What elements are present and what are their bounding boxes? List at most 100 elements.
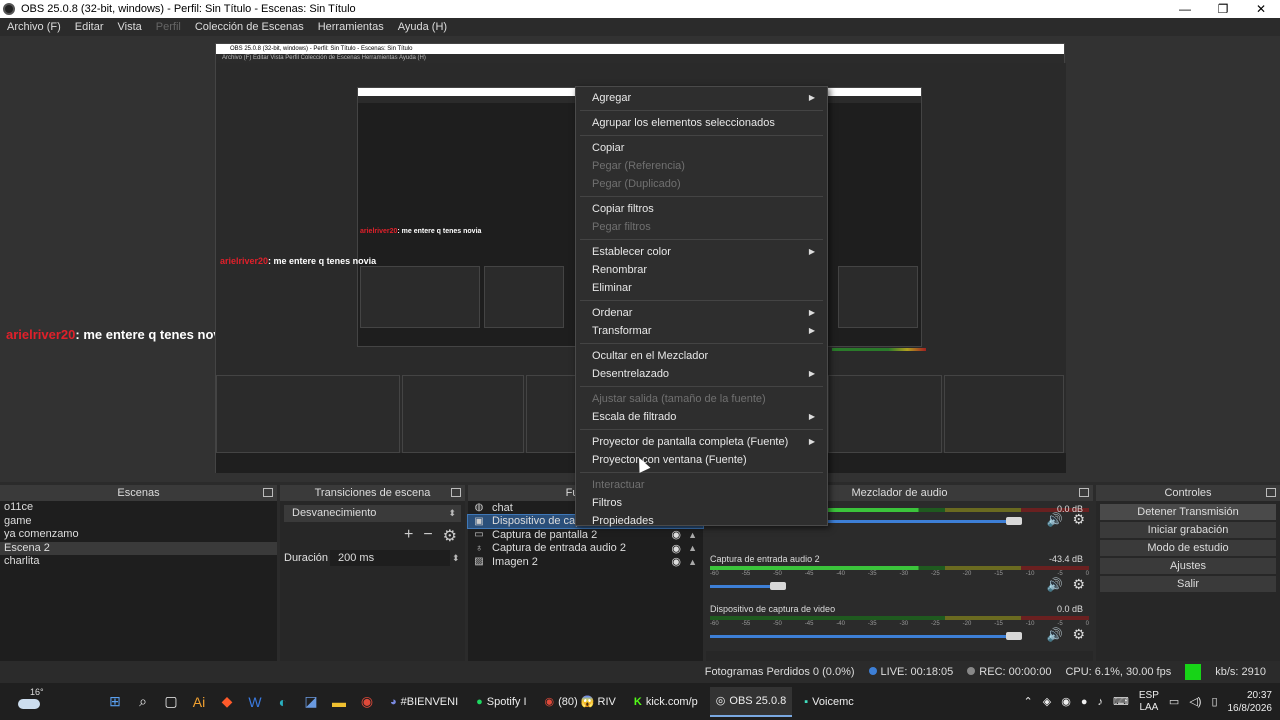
eye-icon[interactable]: ◉ — [671, 528, 681, 541]
volume-icon[interactable]: ◁) — [1189, 695, 1201, 708]
context-menu-item[interactable]: Filtros — [576, 494, 827, 512]
taskbar-app-spotify[interactable]: ● Spotify I — [470, 687, 532, 717]
scene-item[interactable]: o11ce — [0, 501, 277, 515]
volume-slider[interactable]: 🔊 ⚙ — [710, 626, 1089, 643]
slider-knob[interactable] — [1006, 517, 1022, 525]
menu-ayuda[interactable]: Ayuda (H) — [391, 21, 454, 33]
speaker-icon[interactable]: 🔊 — [1047, 512, 1063, 528]
spinner-icon[interactable]: ⬍ — [452, 553, 460, 564]
undock-icon[interactable] — [1266, 488, 1276, 497]
source-item[interactable]: ▨ Imagen 2 ◉ ▲ — [468, 555, 703, 569]
chrome-icon[interactable]: ◉ — [356, 691, 378, 713]
undock-icon[interactable] — [263, 488, 273, 497]
tray-app-icon[interactable]: ● — [1081, 696, 1088, 708]
minimize-button[interactable]: — — [1166, 0, 1204, 18]
taskbar-app-obs[interactable]: ◎ OBS 25.0.8 — [709, 686, 793, 717]
taskbar-app-chrome[interactable]: ◉ (80) 😱 RIV — [539, 687, 622, 717]
globe-icon: ◍ — [474, 502, 484, 514]
exit-button[interactable]: Salir — [1100, 576, 1276, 592]
remove-icon[interactable]: − — [423, 526, 432, 546]
context-menu-item[interactable]: Establecer color ▶ — [576, 243, 827, 261]
search-icon[interactable]: ⌕ — [132, 691, 154, 713]
context-menu-item[interactable]: Agrupar los elementos seleccionados — [576, 114, 827, 132]
scene-item[interactable]: game — [0, 515, 277, 529]
lock-icon[interactable]: ▲ — [688, 557, 697, 567]
start-recording-button[interactable]: Iniciar grabación — [1100, 522, 1276, 538]
lock-icon[interactable]: ▲ — [688, 543, 697, 553]
chevron-up-icon[interactable]: ⌃ — [1024, 695, 1033, 708]
language-indicator[interactable]: ESP LAA — [1139, 690, 1159, 714]
menu-perfil[interactable]: Perfil — [149, 21, 188, 33]
edge-icon[interactable]: ◐ — [272, 691, 294, 713]
eye-icon[interactable]: ◉ — [671, 555, 681, 568]
maximize-button[interactable]: ❐ — [1204, 0, 1242, 18]
folder-icon[interactable]: ▬ — [328, 691, 350, 713]
context-menu-item[interactable]: Proyector con ventana (Fuente) — [576, 451, 827, 469]
gear-icon[interactable]: ⚙ — [1072, 626, 1085, 643]
speaker-icon[interactable]: 🔊 — [1047, 577, 1063, 593]
context-menu-item[interactable]: Eliminar — [576, 279, 827, 297]
start-icon[interactable]: ⊞ — [104, 691, 126, 713]
undock-icon[interactable] — [451, 488, 461, 497]
context-menu-item[interactable]: Transformar ▶ — [576, 322, 827, 340]
stop-streaming-button[interactable]: Detener Transmisión — [1100, 504, 1276, 520]
taskbar-app-discord[interactable]: ◕ #BIENVENI — [384, 687, 464, 717]
context-menu-label: Copiar filtros — [592, 203, 654, 215]
close-button[interactable]: ✕ — [1242, 0, 1280, 18]
source-item[interactable]: ▭ Captura de pantalla 2 ◉ ▲ — [468, 528, 703, 542]
context-menu-label: Proyector de pantalla completa (Fuente) — [592, 436, 789, 448]
eye-icon[interactable]: ◉ — [671, 542, 681, 555]
gear-icon[interactable]: ⚙ — [443, 526, 457, 546]
menu-archivo[interactable]: Archivo (F) — [0, 21, 68, 33]
menu-coleccion-escenas[interactable]: Colección de Escenas — [188, 21, 311, 33]
keyboard-icon[interactable]: ⌨ — [1113, 695, 1129, 708]
transition-select[interactable]: Desvanecimiento ⬍ — [284, 505, 461, 522]
menu-herramientas[interactable]: Herramientas — [311, 21, 391, 33]
task-view-icon[interactable]: ▢ — [160, 691, 182, 713]
tray-app-icon[interactable]: ◈ — [1043, 695, 1051, 708]
context-menu-item[interactable]: Propiedades — [576, 512, 827, 530]
gear-icon[interactable]: ⚙ — [1072, 576, 1085, 593]
brave-icon[interactable]: ◆ — [216, 691, 238, 713]
slider-knob[interactable] — [770, 582, 786, 590]
slider-knob[interactable] — [1006, 632, 1022, 640]
menu-vista[interactable]: Vista — [111, 21, 149, 33]
transitions-header: Transiciones de escena — [280, 485, 465, 501]
clock[interactable]: 20:37 16/8/2026 — [1228, 689, 1273, 715]
context-menu-item[interactable]: Copiar filtros — [576, 200, 827, 218]
context-menu-item[interactable]: Copiar — [576, 139, 827, 157]
context-menu-item[interactable]: Renombrar — [576, 261, 827, 279]
context-menu-item[interactable]: Agregar ▶ — [576, 89, 827, 107]
illustrator-icon[interactable]: Ai — [188, 691, 210, 713]
battery-icon[interactable]: ▯ — [1211, 695, 1217, 708]
add-icon[interactable]: + — [404, 526, 413, 546]
context-menu-item[interactable]: Escala de filtrado ▶ — [576, 408, 827, 426]
scene-item-selected[interactable]: Escena 2 — [0, 541, 277, 555]
speaker-icon[interactable]: 🔊 — [1047, 627, 1063, 643]
network-icon[interactable]: ▭ — [1169, 695, 1179, 708]
weather-widget[interactable]: 16° — [18, 687, 44, 715]
context-menu-item[interactable]: Desentrelazado ▶ — [576, 365, 827, 383]
volume-slider[interactable]: 🔊 ⚙ — [710, 576, 1089, 593]
source-item[interactable]: ♁ Captura de entrada audio 2 ◉ ▲ — [468, 542, 703, 556]
lock-icon[interactable]: ▲ — [688, 530, 697, 540]
undock-icon[interactable] — [1079, 488, 1089, 497]
scene-item[interactable]: charlita — [0, 555, 277, 569]
context-menu-item[interactable]: Ocultar en el Mezclador — [576, 347, 827, 365]
microphone-icon[interactable]: ♪ — [1098, 696, 1104, 708]
menu-editar[interactable]: Editar — [68, 21, 111, 33]
gear-icon[interactable]: ⚙ — [1072, 511, 1085, 528]
context-menu-item[interactable]: Ordenar ▶ — [576, 304, 827, 322]
taskbar-app-voicemod[interactable]: ▪ Voicemc — [798, 687, 859, 717]
tray-app-icon[interactable]: ◉ — [1061, 695, 1071, 708]
settings-button[interactable]: Ajustes — [1100, 558, 1276, 574]
nested-transitions-dock — [402, 375, 524, 453]
word-icon[interactable]: W — [244, 691, 266, 713]
scene-item[interactable]: ya comenzamo — [0, 528, 277, 542]
duration-input[interactable]: 200 ms — [330, 550, 450, 566]
taskbar-app-kick[interactable]: Kkick.com/p — [628, 687, 704, 717]
app-icon[interactable]: ◪ — [300, 691, 322, 713]
studio-mode-button[interactable]: Modo de estudio — [1100, 540, 1276, 556]
context-menu-item[interactable]: Proyector de pantalla completa (Fuente) ▶ — [576, 433, 827, 451]
voicemod-icon: ▪ — [804, 695, 809, 708]
